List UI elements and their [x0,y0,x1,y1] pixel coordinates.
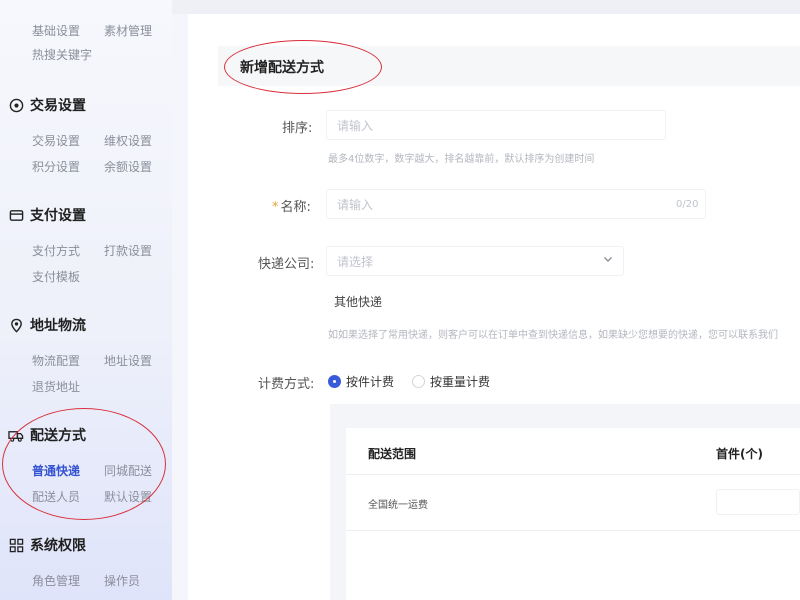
sort-label: 排序: [282,121,313,136]
sidebar: 基础设置 素材管理 热搜关键字 交易设置 交易设置 维权设置 积分设置 余额设置… [0,0,172,600]
name-label: * 名称: [272,196,311,215]
express-company-label: 快递公司: [258,257,315,272]
truck-icon [8,427,24,443]
table-divider [346,530,800,531]
sidebar-section-title: 地址物流 [30,318,86,334]
table-divider [346,474,800,475]
sidebar-item-standard-express[interactable]: 普通快递 [32,462,80,479]
sidebar-section-logistics[interactable]: 地址物流 [8,314,86,336]
sidebar-item-payment-methods[interactable]: 支付方式 [32,242,80,259]
radio-by-piece-label: 按件计费 [346,375,395,389]
required-mark: * [272,200,279,215]
grid-icon [8,537,24,553]
top-strip [172,0,800,14]
sidebar-item-balance-settings[interactable]: 余额设置 [104,158,152,175]
table-row-range: 全国统一运费 [368,500,428,511]
sidebar-item-same-city-delivery[interactable]: 同城配送 [104,462,152,479]
express-company-select[interactable]: 请选择 [326,246,624,276]
name-input[interactable]: 请输入 [326,189,706,219]
billing-method-label: 计费方式: [258,377,315,392]
sidebar-section-transaction[interactable]: 交易设置 [8,94,86,116]
sidebar-item-points-settings[interactable]: 积分设置 [32,158,80,175]
col-first-piece: 首件(个) [716,447,763,461]
chevron-down-icon [603,253,613,267]
sort-input[interactable]: 请输入 [326,110,666,140]
first-piece-input[interactable] [716,489,800,515]
sidebar-item-return-address[interactable]: 退货地址 [32,378,80,395]
radio-dot [328,375,341,388]
sidebar-item-operators[interactable]: 操作员 [104,572,140,589]
page-title: 新增配送方式 [240,60,324,76]
sort-hint: 最多4位数字，数字越大，排名越靠前，默认排序为创建时间 [328,154,595,165]
sidebar-item-payment-templates[interactable]: 支付模板 [32,268,80,285]
sidebar-item-transaction-settings[interactable]: 交易设置 [32,132,80,149]
sidebar-item-basic-settings[interactable]: 基础设置 [32,22,80,39]
sidebar-section-payment[interactable]: 支付设置 [8,204,86,226]
location-pin-icon [8,317,24,333]
card-icon [8,207,24,223]
express-company-placeholder: 请选择 [337,254,374,269]
sidebar-section-title: 交易设置 [30,98,86,114]
sidebar-section-title: 系统权限 [30,538,86,554]
sidebar-item-hot-keywords[interactable]: 热搜关键字 [32,46,92,63]
name-label-text: 名称: [280,200,311,215]
radio-by-weight-label: 按重量计费 [430,375,491,389]
radio-by-weight[interactable]: 按重量计费 [412,373,490,390]
sidebar-item-rights-settings[interactable]: 维权设置 [104,132,152,149]
other-express-option[interactable]: 其他快递 [334,293,382,310]
name-placeholder: 请输入 [337,197,374,212]
sort-placeholder: 请输入 [337,118,374,133]
sidebar-item-delivery-staff[interactable]: 配送人员 [32,488,80,505]
radio-dot [412,375,425,388]
sidebar-item-address-settings[interactable]: 地址设置 [104,352,152,369]
transaction-icon [8,97,24,113]
col-delivery-range: 配送范围 [368,447,417,461]
sidebar-item-payout-settings[interactable]: 打款设置 [104,242,152,259]
sidebar-item-materials[interactable]: 素材管理 [104,22,152,39]
name-char-counter: 0/20 [676,199,699,210]
sidebar-item-default-settings[interactable]: 默认设置 [104,488,152,505]
radio-by-piece[interactable]: 按件计费 [328,373,394,390]
sidebar-section-title: 支付设置 [30,208,86,224]
sidebar-item-role-management[interactable]: 角色管理 [32,572,80,589]
sidebar-item-logistics-config[interactable]: 物流配置 [32,352,80,369]
express-hint: 如如果选择了常用快递，则客户可以在订单中查到快递信息，如果缺少您想要的快递，您可… [328,330,778,341]
sidebar-section-delivery[interactable]: 配送方式 [8,424,86,446]
sidebar-section-title: 配送方式 [30,428,86,444]
sidebar-section-permissions[interactable]: 系统权限 [8,534,86,556]
